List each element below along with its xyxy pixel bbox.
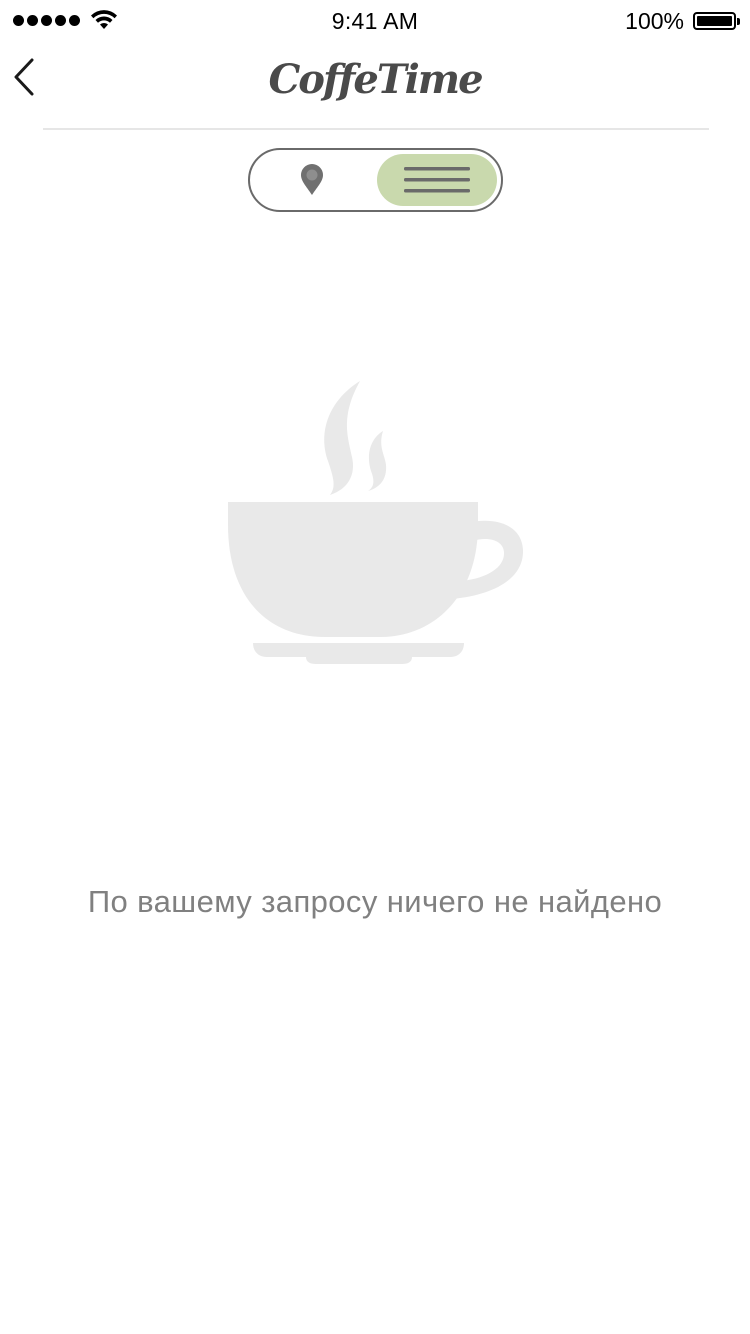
battery-level bbox=[697, 16, 732, 26]
battery-icon bbox=[693, 12, 740, 30]
view-toggle bbox=[248, 148, 503, 212]
map-view-button[interactable] bbox=[252, 152, 372, 208]
nav-divider bbox=[43, 128, 709, 130]
battery-percent: 100% bbox=[625, 8, 684, 34]
menu-lines-icon bbox=[404, 167, 470, 193]
nav-bar: CoffeTime bbox=[0, 40, 750, 128]
empty-state-message: По вашему запросу ничего не найдено bbox=[87, 884, 663, 919]
list-view-button[interactable] bbox=[377, 154, 497, 206]
coffee-cup-icon bbox=[228, 381, 524, 664]
app-title: CoffeTime bbox=[268, 56, 483, 103]
status-bar: 9:41 AM 100% bbox=[0, 0, 750, 40]
map-pin-icon bbox=[301, 164, 323, 195]
